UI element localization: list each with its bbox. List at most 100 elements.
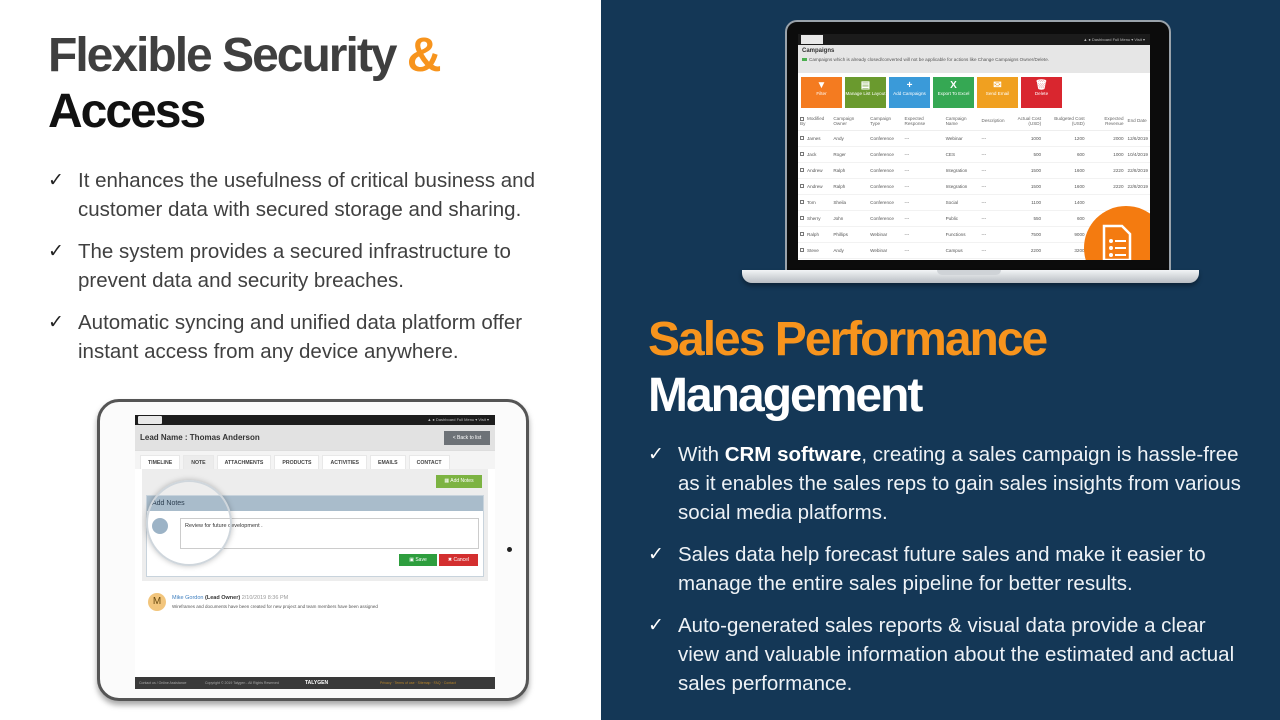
footer-contact-link[interactable]: Contact us / Online Assistance	[139, 681, 186, 685]
table-cell: ---	[902, 210, 944, 227]
table-cell: Public	[943, 210, 980, 227]
send-email-button[interactable]: ✉ Send Email	[977, 77, 1018, 108]
row-checkbox[interactable]	[800, 152, 804, 157]
table-cell: Ralph	[831, 162, 869, 179]
envelope-icon: ✉	[993, 80, 1002, 91]
topbar-menu[interactable]: ▲ ● Dashboard Full Menu ▾ Visit ▾	[427, 416, 489, 424]
table-cell: ---	[902, 226, 944, 243]
sales-heading-line2: Management	[648, 369, 923, 422]
row-checkbox[interactable]	[800, 216, 804, 221]
tab-contact[interactable]: CONTACT	[408, 455, 450, 469]
sales-heading: Sales Performance Management	[648, 312, 1048, 424]
notice-text: Campaigns which is already closed/conver…	[809, 57, 1050, 62]
topbar-menu[interactable]: ▲ ● Dashboard Full Menu ▾ Visit ▾	[1083, 35, 1145, 44]
bullet-item: ✓ The system provides a secured infrastru…	[48, 237, 568, 295]
table-row[interactable]: Tom Sheila Conference --- Social --- 1100 1400	[798, 194, 1150, 211]
table-cell: 1200	[1043, 130, 1087, 147]
column-header[interactable]: Expected Revenue	[1086, 112, 1126, 131]
table-cell: 600	[1043, 146, 1087, 163]
excel-icon: X	[950, 80, 957, 91]
tab-activities[interactable]: ACTIVITIES	[322, 455, 368, 469]
table-cell: ---	[979, 162, 1007, 179]
table-cell: 1100	[1006, 194, 1044, 211]
table-row[interactable]: Andrew Ralph Conference --- Integration --- 15…	[798, 162, 1150, 179]
column-header[interactable]: Campaign Owner	[831, 112, 869, 131]
row-checkbox[interactable]	[800, 232, 804, 237]
tab-emails[interactable]: EMAILS	[370, 455, 406, 469]
table-cell: 10/4/2019	[1125, 146, 1150, 163]
column-header[interactable]: End Date	[1125, 112, 1150, 131]
heading-ampersand: &	[406, 29, 442, 82]
row-checkbox[interactable]	[800, 200, 804, 205]
cell-text: Ralph	[807, 231, 820, 237]
footer-links[interactable]: Privacy · Terms of use · Sitemap · FAQ ·…	[380, 681, 456, 685]
row-checkbox[interactable]	[800, 184, 804, 189]
table-cell: Webinar	[868, 226, 903, 243]
table-row[interactable]: James Andy Conference --- Webinar --- 1000 1200…	[798, 130, 1150, 147]
table-cell: John	[831, 210, 869, 227]
app-logo	[801, 35, 823, 44]
document-list-icon	[1102, 224, 1132, 260]
campaigns-notice: Campaigns which is already closed/conver…	[802, 57, 1146, 62]
table-cell: 22/8/2019	[1125, 178, 1150, 195]
security-heading: Flexible Security & Access	[48, 28, 442, 140]
filter-icon: ▼	[816, 80, 827, 91]
bullet-text: Sales data help forecast future sales an…	[678, 543, 1206, 595]
table-cell: Conference	[868, 162, 903, 179]
column-header[interactable]: Campaign Name	[943, 112, 980, 131]
trash-icon: 🗑	[1035, 80, 1048, 91]
filter-button[interactable]: ▼ Filter	[801, 77, 842, 108]
save-button[interactable]: ▣ Save	[399, 554, 437, 566]
layout-icon: ▤	[860, 80, 871, 91]
table-cell: 1000	[1006, 130, 1044, 147]
app-logo	[138, 416, 162, 424]
comment-avatar: M	[148, 593, 166, 611]
delete-button[interactable]: 🗑 Delete	[1021, 77, 1062, 108]
table-cell: ---	[979, 130, 1007, 147]
column-header[interactable]: Expected Response	[902, 112, 944, 131]
table-cell: Sheila	[831, 194, 869, 211]
column-header[interactable]: Campaign Type	[868, 112, 903, 131]
bullet-item: ✓ Automatic syncing and unified data plat…	[48, 308, 568, 366]
button-label: Filter	[816, 91, 827, 96]
table-cell: 2000	[1086, 130, 1126, 147]
cell-text: Andrew	[807, 167, 823, 173]
row-checkbox[interactable]	[800, 248, 804, 253]
table-cell: Ralph	[798, 226, 832, 243]
column-header[interactable]: Description	[979, 112, 1007, 131]
table-cell: 2220	[1086, 162, 1126, 179]
manage-list-layout-button[interactable]: ▤ Manage List Layout	[845, 77, 886, 108]
row-checkbox[interactable]	[800, 136, 804, 141]
back-to-list-button[interactable]: < Back to list	[444, 431, 490, 445]
tab-attachments[interactable]: ATTACHMENTS	[216, 455, 272, 469]
table-row[interactable]: Jack Roger Conference --- CES --- 500 600 1000 10…	[798, 146, 1150, 163]
table-cell: Integration	[943, 162, 980, 179]
lead-tabs: TIMELINE NOTE ATTACHMENTS PRODUCTS ACTIV…	[135, 451, 495, 469]
column-header[interactable]: Modified By	[798, 112, 832, 131]
column-header[interactable]: Budgeted Cost (USD)	[1043, 112, 1087, 131]
export-to-excel-button[interactable]: X Export To Excel	[933, 77, 974, 108]
table-row[interactable]: Andrew Ralph Conference --- Integration --- 15…	[798, 178, 1150, 195]
sales-bullets: ✓ With CRM software, creating a sales cam…	[648, 440, 1248, 711]
bullet-text: Automatic syncing and unified data platf…	[78, 311, 523, 363]
cancel-button[interactable]: ✖ Cancel	[439, 554, 478, 566]
app-topbar: ▲ ● Dashboard Full Menu ▾ Visit ▾	[135, 415, 495, 425]
comment-author-link[interactable]: Mike Gordon	[172, 595, 204, 601]
table-cell: Conference	[868, 194, 903, 211]
table-cell: 22/8/2019	[1125, 162, 1150, 179]
add-campaigns-button[interactable]: + Add Campaigns	[889, 77, 930, 108]
table-cell: 2220	[1086, 178, 1126, 195]
row-checkbox[interactable]	[800, 168, 804, 173]
button-label: Add Campaigns	[893, 91, 926, 96]
column-header[interactable]: Actual Cost (USD)	[1006, 112, 1044, 131]
bullet-text-pre: With	[678, 443, 725, 466]
comment-text: Wireframes and documents have been creat…	[172, 604, 378, 609]
lead-title: Lead Name : Thomas Anderson	[140, 433, 260, 442]
tab-note[interactable]: NOTE	[183, 455, 214, 469]
check-icon: ✓	[648, 444, 664, 465]
tab-products[interactable]: PRODUCTS	[274, 455, 320, 469]
add-notes-button[interactable]: ▦ Add Notes	[436, 475, 482, 488]
cell-text: James	[807, 135, 821, 141]
tab-timeline[interactable]: TIMELINE	[140, 455, 181, 469]
table-cell: 1600	[1043, 162, 1087, 179]
